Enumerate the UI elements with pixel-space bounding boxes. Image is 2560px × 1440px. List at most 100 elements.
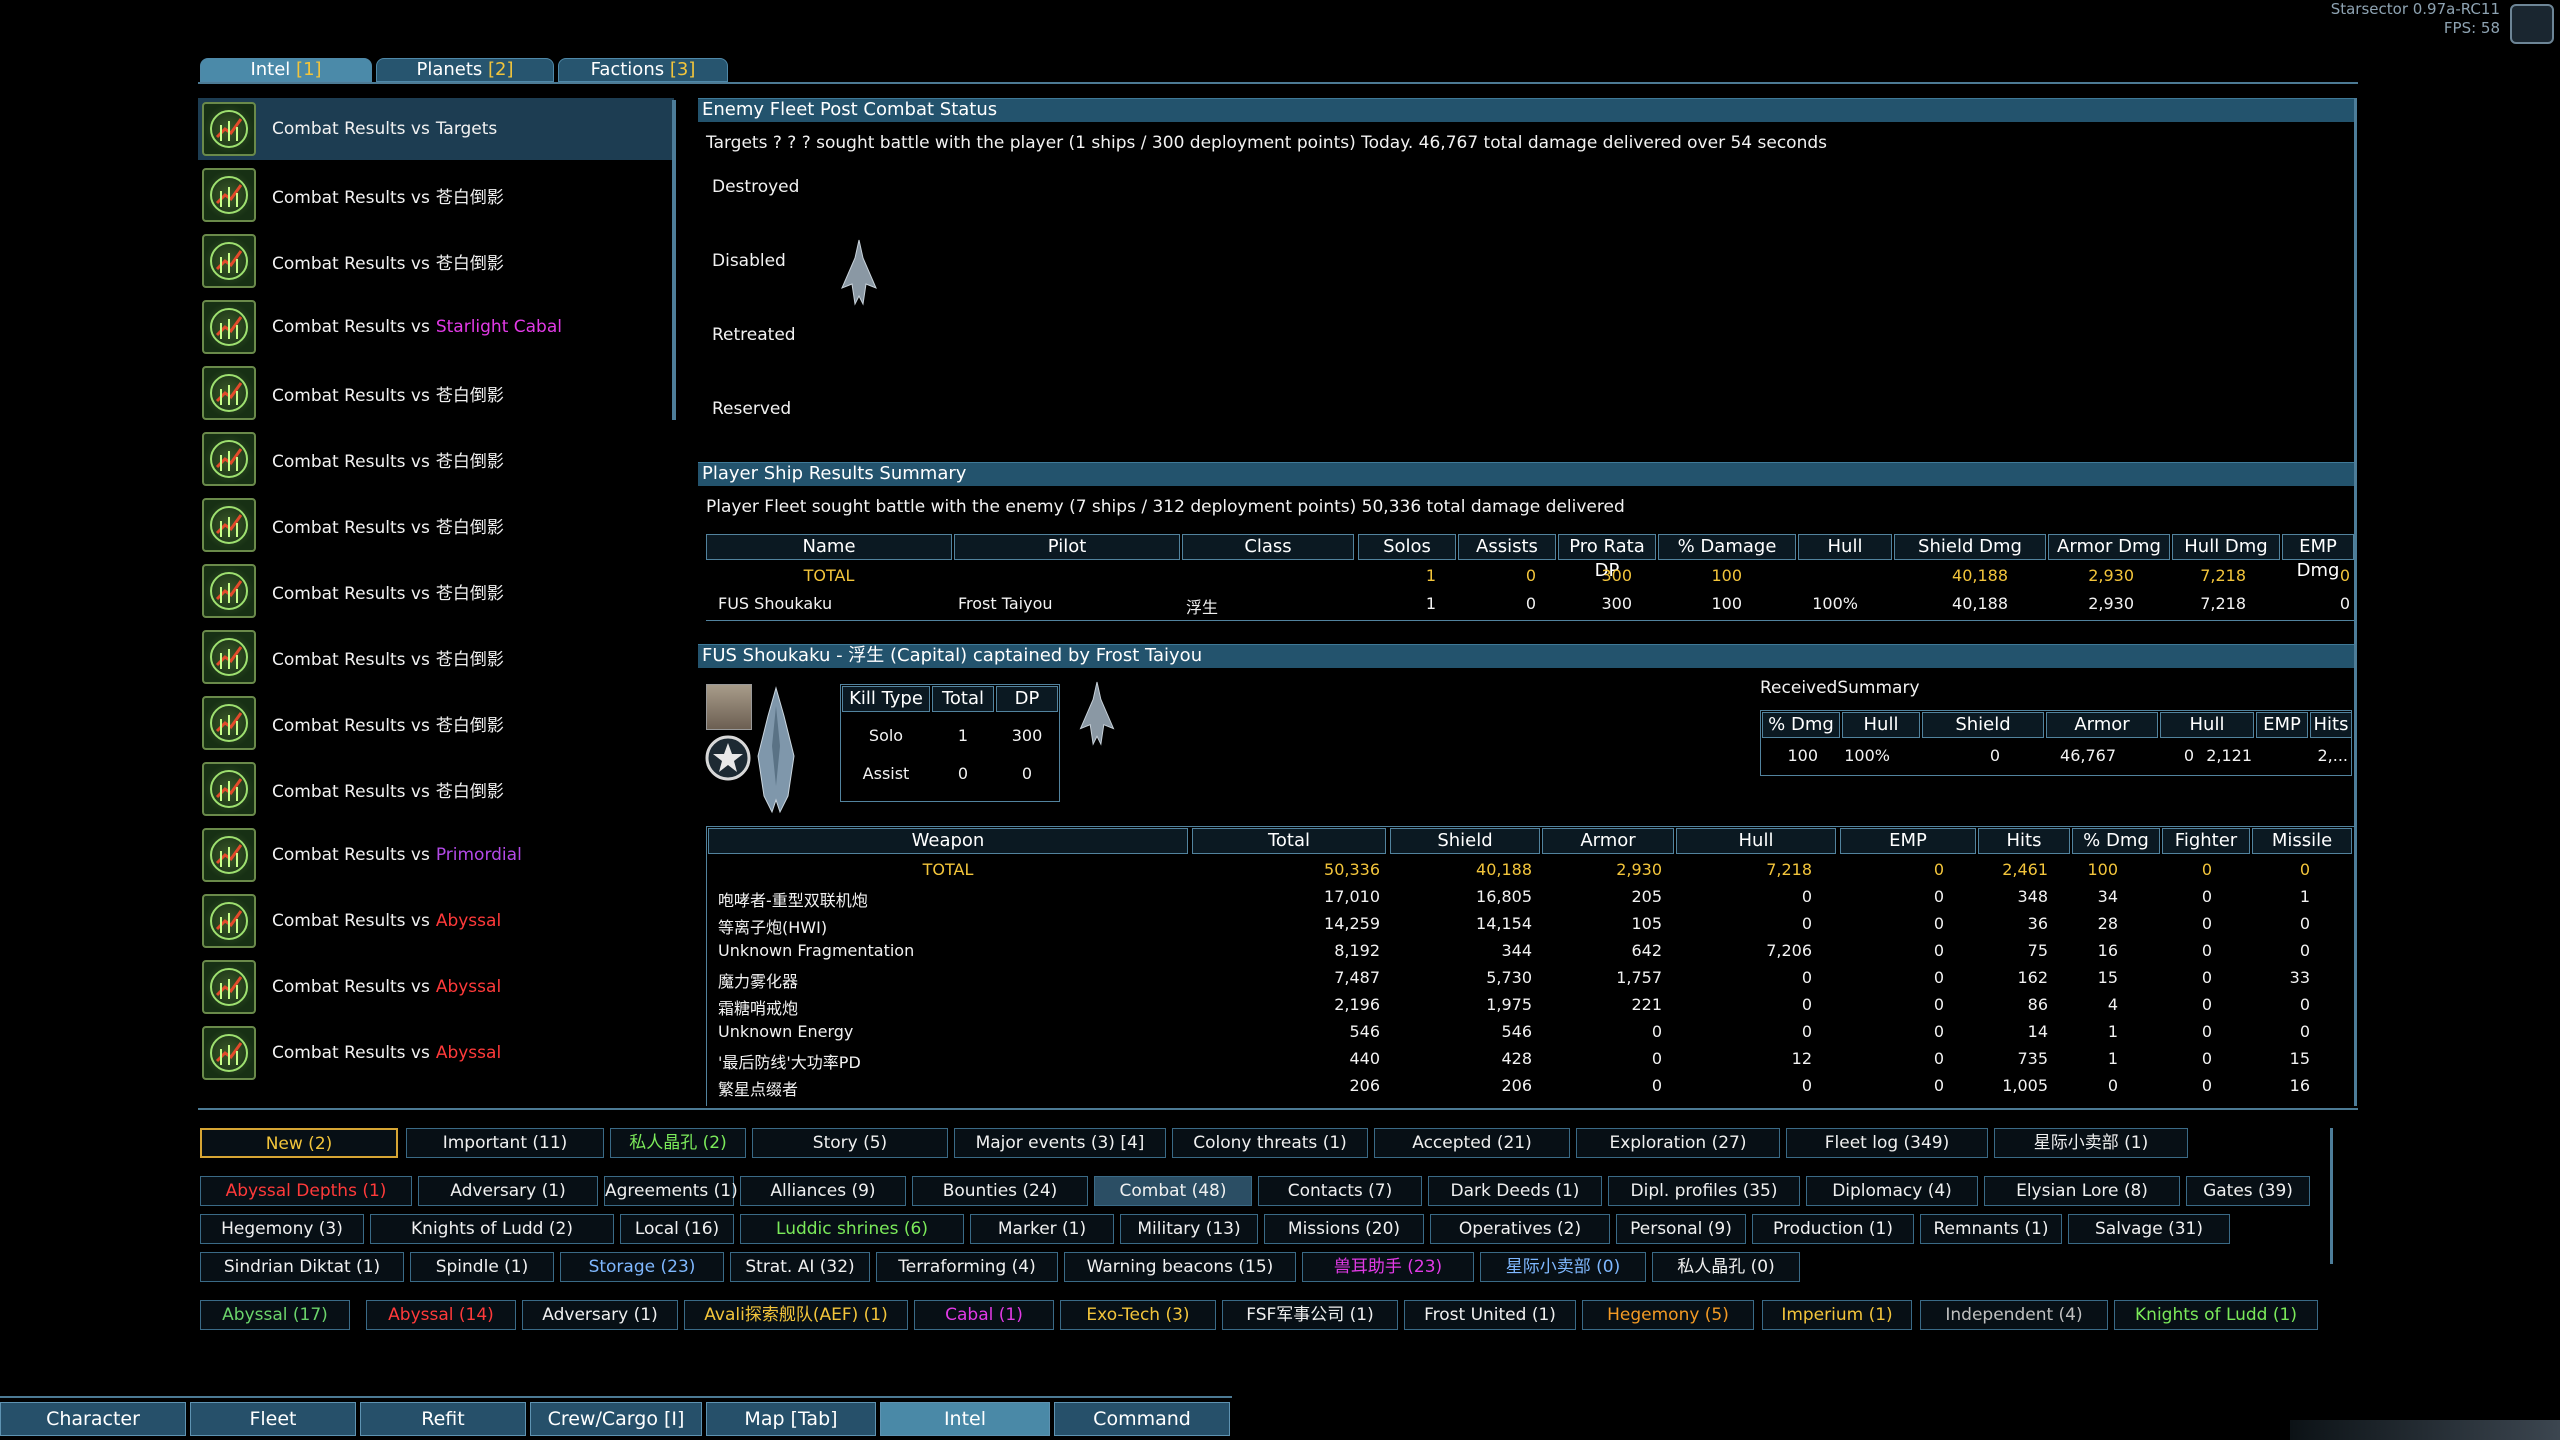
intel-filter-button[interactable]: Warning beacons (15): [1064, 1252, 1296, 1282]
screenshot-icon[interactable]: [2510, 4, 2554, 44]
intel-filter-button[interactable]: Major events (3) [4]: [954, 1128, 1166, 1158]
intel-filter-button[interactable]: Colony threats (1): [1172, 1128, 1368, 1158]
intel-filter-button[interactable]: Terraforming (4): [876, 1252, 1058, 1282]
intel-list-item[interactable]: Combat Results vs Abyssal: [198, 890, 674, 952]
intel-filter-button[interactable]: Diplomacy (4): [1806, 1176, 1978, 1206]
intel-list-item[interactable]: Combat Results vs 苍白倒影: [198, 494, 674, 556]
intel-filter-button[interactable]: Avali探索舰队(AEF) (1): [684, 1300, 908, 1330]
intel-list-item[interactable]: Combat Results vs 苍白倒影: [198, 164, 674, 226]
intel-filter-button[interactable]: New (2): [200, 1128, 398, 1158]
intel-filter-button[interactable]: Exploration (27): [1576, 1128, 1780, 1158]
intel-filter-button[interactable]: Knights of Ludd (2): [370, 1214, 614, 1244]
intel-list-item[interactable]: Combat Results vs Abyssal: [198, 1022, 674, 1084]
intel-filter-button[interactable]: Dipl. profiles (35): [1608, 1176, 1800, 1206]
player-ship-icon[interactable]: [750, 686, 802, 814]
intel-filter-button[interactable]: Hegemony (3): [200, 1214, 364, 1244]
intel-filter-button[interactable]: Spindle (1): [410, 1252, 554, 1282]
intel-filter-button[interactable]: Abyssal (14): [366, 1300, 516, 1330]
intel-list-scrollbar[interactable]: [672, 100, 676, 420]
version-label: Starsector 0.97a-RC11: [2330, 0, 2500, 18]
intel-list-item[interactable]: Combat Results vs 苍白倒影: [198, 626, 674, 688]
intel-filter-button[interactable]: Story (5): [752, 1128, 948, 1158]
intel-filter-button[interactable]: Cabal (1): [914, 1300, 1054, 1330]
intel-filter-button[interactable]: Frost United (1): [1404, 1300, 1576, 1330]
bottom-nav-button[interactable]: Refit: [360, 1402, 526, 1436]
intel-list-item[interactable]: Combat Results vs 苍白倒影: [198, 362, 674, 424]
intel-filter-button[interactable]: Operatives (2): [1430, 1214, 1610, 1244]
intel-filter-button[interactable]: Marker (1): [970, 1214, 1114, 1244]
bottom-nav-button[interactable]: Character: [0, 1402, 186, 1436]
intel-filter-button[interactable]: Abyssal Depths (1): [200, 1176, 412, 1206]
intel-list-item[interactable]: Combat Results vs Targets: [198, 98, 674, 160]
bottom-nav-button[interactable]: Intel: [880, 1402, 1050, 1436]
intel-filter-button[interactable]: Adversary (1): [418, 1176, 598, 1206]
intel-filter-button[interactable]: 私人晶孔 (2): [610, 1128, 746, 1158]
intel-filter-button[interactable]: Military (13): [1120, 1214, 1258, 1244]
intel-filter-button[interactable]: Gates (39): [2186, 1176, 2310, 1206]
intel-list-item[interactable]: Combat Results vs 苍白倒影: [198, 230, 674, 292]
enemy-ship-icon[interactable]: [836, 238, 882, 308]
intel-list-item[interactable]: Combat Results vs 苍白倒影: [198, 758, 674, 820]
intel-filter-button[interactable]: Adversary (1): [522, 1300, 678, 1330]
intel-filter-button[interactable]: 星际小卖部 (0): [1480, 1252, 1646, 1282]
intel-filter-button[interactable]: Storage (23): [560, 1252, 724, 1282]
intel-filter-button[interactable]: FSF军事公司 (1): [1222, 1300, 1398, 1330]
weapon-table-cell: 0: [1801, 1022, 1812, 1041]
intel-filter-button[interactable]: Exo-Tech (3): [1060, 1300, 1216, 1330]
intel-filter-button[interactable]: 兽耳助手 (23): [1302, 1252, 1474, 1282]
intel-list-item[interactable]: Combat Results vs 苍白倒影: [198, 692, 674, 754]
intel-filter-button[interactable]: Contacts (7): [1258, 1176, 1422, 1206]
weapon-table-cell: 205: [1631, 887, 1662, 906]
intel-filter-button[interactable]: Missions (20): [1264, 1214, 1424, 1244]
intel-filter-button[interactable]: Sindrian Diktat (1): [200, 1252, 404, 1282]
intel-filter-button[interactable]: Knights of Ludd (1): [2114, 1300, 2318, 1330]
intel-filter-button[interactable]: Elysian Lore (8): [1984, 1176, 2180, 1206]
intel-list-item[interactable]: Combat Results vs Abyssal: [198, 956, 674, 1018]
tab-intel[interactable]: Intel [1]: [200, 58, 372, 82]
intel-filter-button[interactable]: Accepted (21): [1374, 1128, 1570, 1158]
captain-portrait[interactable]: [706, 684, 752, 730]
filters-scrollbar[interactable]: [2330, 1128, 2333, 1264]
intel-filter-button[interactable]: 星际小卖部 (1): [1994, 1128, 2188, 1158]
bottom-nav-button[interactable]: Command: [1054, 1402, 1230, 1436]
intel-filter-button[interactable]: Agreements (1): [604, 1176, 738, 1206]
weapon-table-cell: 0: [2299, 914, 2310, 933]
received-table-cell: 2,...: [2317, 746, 2348, 765]
intel-list-item[interactable]: Combat Results vs Starlight Cabal: [198, 296, 674, 358]
intel-filter-button[interactable]: Combat (48): [1094, 1176, 1252, 1206]
intel-filter-button[interactable]: Abyssal (17): [200, 1300, 350, 1330]
intel-filter-button[interactable]: Fleet log (349): [1786, 1128, 1988, 1158]
intel-item-prefix: Combat Results vs: [272, 317, 430, 337]
intel-filter-button[interactable]: Bounties (24): [912, 1176, 1088, 1206]
player-table-header: Hull Dmg: [2172, 534, 2280, 560]
intel-filter-button[interactable]: Luddic shrines (6): [740, 1214, 964, 1244]
intel-filter-button[interactable]: Important (11): [406, 1128, 604, 1158]
intel-filter-button[interactable]: Dark Deeds (1): [1428, 1176, 1602, 1206]
intel-item-faction: Abyssal: [435, 911, 502, 931]
intel-filter-button[interactable]: Salvage (31): [2068, 1214, 2230, 1244]
bottom-nav-button[interactable]: Fleet: [190, 1402, 356, 1436]
intel-filter-button[interactable]: Production (1): [1752, 1214, 1914, 1244]
intel-filter-button[interactable]: Alliances (9): [740, 1176, 906, 1206]
intel-filter-button[interactable]: Personal (9): [1616, 1214, 1746, 1244]
intel-filter-button[interactable]: Remnants (1): [1920, 1214, 2062, 1244]
player-table-header: Solos: [1358, 534, 1456, 560]
intel-filter-button[interactable]: Local (16): [620, 1214, 734, 1244]
intel-filter-button[interactable]: 私人晶孔 (0): [1652, 1252, 1800, 1282]
intel-list-item[interactable]: Combat Results vs 苍白倒影: [198, 428, 674, 490]
tab-planets[interactable]: Planets [2]: [376, 58, 554, 82]
intel-item-prefix: Combat Results vs: [272, 911, 430, 931]
intel-list-item[interactable]: Combat Results vs 苍白倒影: [198, 560, 674, 622]
bottom-nav-button[interactable]: Map [Tab]: [706, 1402, 876, 1436]
intel-filter-button[interactable]: Hegemony (5): [1582, 1300, 1754, 1330]
intel-list: Combat Results vs Targets Combat Results v…: [198, 98, 674, 1108]
intel-list-item[interactable]: Combat Results vs Primordial: [198, 824, 674, 886]
bottom-nav-button[interactable]: Crew/Cargo [I]: [530, 1402, 702, 1436]
intel-item-label: Combat Results vs 苍白倒影: [272, 249, 504, 274]
game-screen: { "topinfo":{"line1":"Starsector 0.97a-R…: [0, 0, 2560, 1440]
tab-factions[interactable]: Factions [3]: [558, 58, 728, 82]
intel-filter-button[interactable]: Independent (4): [1920, 1300, 2108, 1330]
intel-filter-button[interactable]: Imperium (1): [1762, 1300, 1912, 1330]
combat-result-icon: [202, 432, 256, 486]
intel-filter-button[interactable]: Strat. AI (32): [730, 1252, 870, 1282]
